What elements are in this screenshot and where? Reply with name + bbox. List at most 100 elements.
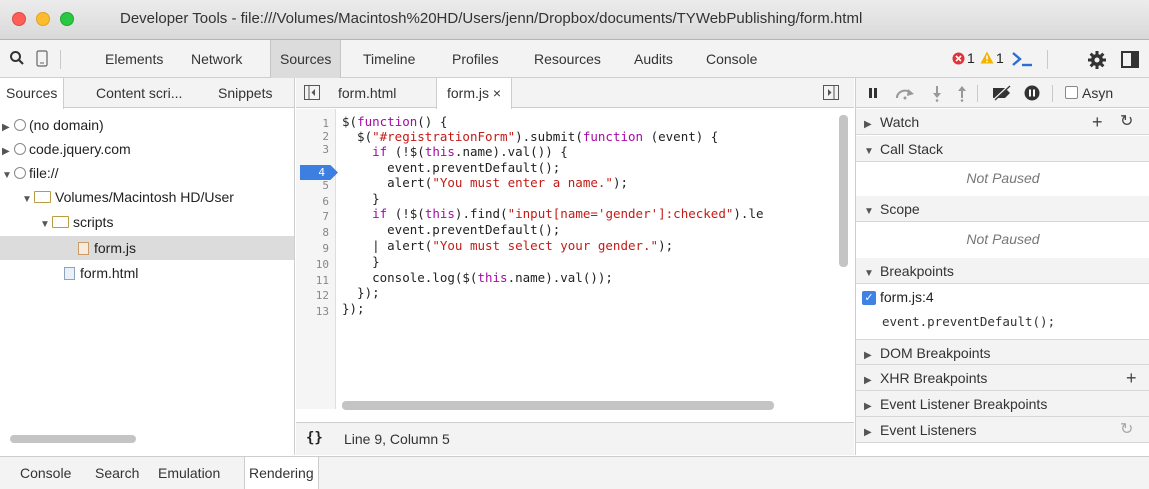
tab-console[interactable]: Console [697,40,766,78]
collapsed-arrow-icon[interactable]: ▶ [2,141,14,163]
breakpoint-checkbox[interactable]: ✓ [862,291,876,305]
close-window-button[interactable] [12,12,26,26]
toolbar-separator [1052,85,1053,102]
toolbar-separator [60,50,61,69]
selected-row-highlight [0,236,294,260]
expanded-arrow-icon: ▼ [864,206,874,217]
event-listener-breakpoints-pane-header[interactable]: ▶ Event Listener Breakpoints [856,391,1149,417]
error-count: 1 [967,50,975,66]
step-out-icon[interactable] [957,85,967,105]
expanded-arrow-icon[interactable]: ▼ [40,214,52,236]
async-checkbox[interactable] [1065,86,1078,99]
code-area[interactable]: $(function() { $("#registrationForm").su… [296,109,854,409]
toggle-navigator-icon[interactable] [304,85,320,103]
code-line: if (!$(this).find("input[name='gender']:… [372,206,764,221]
breakpoint-location[interactable]: form.js:4 [880,289,934,305]
warning-icon[interactable] [980,51,994,67]
tree-item-code-jquery[interactable]: ▶ code.jquery.com [2,138,131,160]
navigator-tabs: Sources Content scri... Snippets [0,78,294,109]
js-file-icon [78,242,89,255]
tab-profiles[interactable]: Profiles [443,40,508,78]
editor-status-bar: {} Line 9, Column 5 [296,422,854,455]
add-icon[interactable]: + [1092,109,1103,135]
code-line: $(function() { [342,114,448,129]
xhr-breakpoints-pane-header[interactable]: ▶ XHR Breakpoints + [856,365,1149,391]
pause-icon[interactable] [868,87,878,102]
device-mode-icon[interactable] [36,50,48,70]
main-toolbar: Elements Network Sources Timeline Profil… [0,40,1149,78]
tab-form-html[interactable]: form.html [328,78,406,109]
tree-item-volumes-folder[interactable]: ▼ Volumes/Macintosh HD/User [22,186,234,208]
html-file-icon [64,267,75,280]
tree-item-no-domain[interactable]: ▶ (no domain) [2,114,104,136]
drawer-tab-emulation[interactable]: Emulation [154,457,224,489]
toggle-debugger-icon[interactable] [823,85,839,103]
tab-resources[interactable]: Resources [525,40,610,78]
toolbar-separator [977,85,978,102]
step-into-icon[interactable] [932,85,942,105]
code-line: console.log($(this.name).val()); [342,270,613,285]
warning-count: 1 [996,50,1004,66]
gear-icon[interactable] [1087,50,1107,73]
collapsed-arrow-icon: ▶ [864,119,872,130]
tab-audits[interactable]: Audits [625,40,682,78]
scope-pane-header[interactable]: ▼ Scope [856,196,1149,222]
pretty-print-icon[interactable]: {} [306,430,323,446]
tab-form-js[interactable]: form.js × [436,78,513,109]
code-line: }); [342,285,380,300]
tab-snippets[interactable]: Snippets [212,78,278,108]
globe-icon [14,167,26,179]
tree-item-scripts-folder[interactable]: ▼ scripts [40,211,113,233]
dock-icon[interactable] [1121,51,1141,71]
code-line: event.preventDefault(); [342,160,561,175]
dom-breakpoints-pane-header[interactable]: ▶ DOM Breakpoints [856,339,1149,365]
tab-network[interactable]: Network [182,40,251,78]
search-icon[interactable] [9,50,25,69]
tree-item-form-js[interactable]: form.js [78,237,136,259]
code-line: $("#registrationForm").submit(function (… [342,129,719,144]
call-stack-pane-header[interactable]: ▼ Call Stack [856,136,1149,162]
drawer-tab-rendering[interactable]: Rendering [244,457,319,489]
close-tab-icon[interactable]: × [493,85,501,101]
error-icon[interactable] [952,52,965,68]
navigator-horizontal-scrollbar[interactable] [10,435,136,443]
refresh-icon[interactable]: ↻ [1120,417,1133,443]
minimize-window-button[interactable] [36,12,50,26]
window-title: Developer Tools - file:///Volumes/Macint… [120,10,863,27]
step-over-icon[interactable] [894,86,916,103]
tab-navigator-sources[interactable]: Sources [0,78,65,109]
tree-item-form-html[interactable]: form.html [64,262,138,284]
breakpoints-pane-header[interactable]: ▼ Breakpoints [856,258,1149,284]
scope-status: Not Paused [966,231,1040,247]
folder-icon [34,191,51,203]
tab-content-scripts[interactable]: Content scri... [90,78,188,108]
add-icon[interactable]: + [1126,365,1137,391]
breakpoint-code: event.preventDefault(); [882,314,1056,329]
tree-item-file[interactable]: ▼ file:// [2,162,59,184]
editor-vertical-scrollbar[interactable] [839,115,848,267]
deactivate-breakpoints-icon[interactable] [991,85,1013,104]
expanded-arrow-icon[interactable]: ▼ [2,165,14,187]
navigator-panel: Sources Content scri... Snippets ▶ (no do… [0,78,295,455]
expanded-arrow-icon: ▼ [864,146,874,157]
refresh-icon[interactable]: ↻ [1120,109,1133,135]
console-prompt-icon[interactable] [1011,50,1033,71]
watch-pane-header[interactable]: ▶ Watch + ↻ [856,109,1149,135]
event-listeners-pane-header[interactable]: ▶ Event Listeners ↻ [856,417,1149,443]
drawer-tab-console[interactable]: Console [16,457,75,489]
tab-elements[interactable]: Elements [96,40,172,78]
collapsed-arrow-icon: ▶ [864,427,872,438]
expanded-arrow-icon[interactable]: ▼ [22,189,34,211]
debugger-sidebar: Asyn ▶ Watch + ↻ ▼ Call Stack Not Paused ▼… [855,78,1149,455]
tab-sources[interactable]: Sources [270,40,342,78]
code-line: } [342,191,380,206]
tab-timeline[interactable]: Timeline [354,40,424,78]
pause-on-exceptions-icon[interactable] [1024,85,1040,104]
zoom-window-button[interactable] [60,12,74,26]
globe-icon [14,119,26,131]
editor-horizontal-scrollbar[interactable] [342,401,774,410]
collapsed-arrow-icon[interactable]: ▶ [2,117,14,139]
async-label: Asyn [1082,85,1114,101]
folder-icon [52,216,69,228]
drawer-tab-search[interactable]: Search [91,457,143,489]
